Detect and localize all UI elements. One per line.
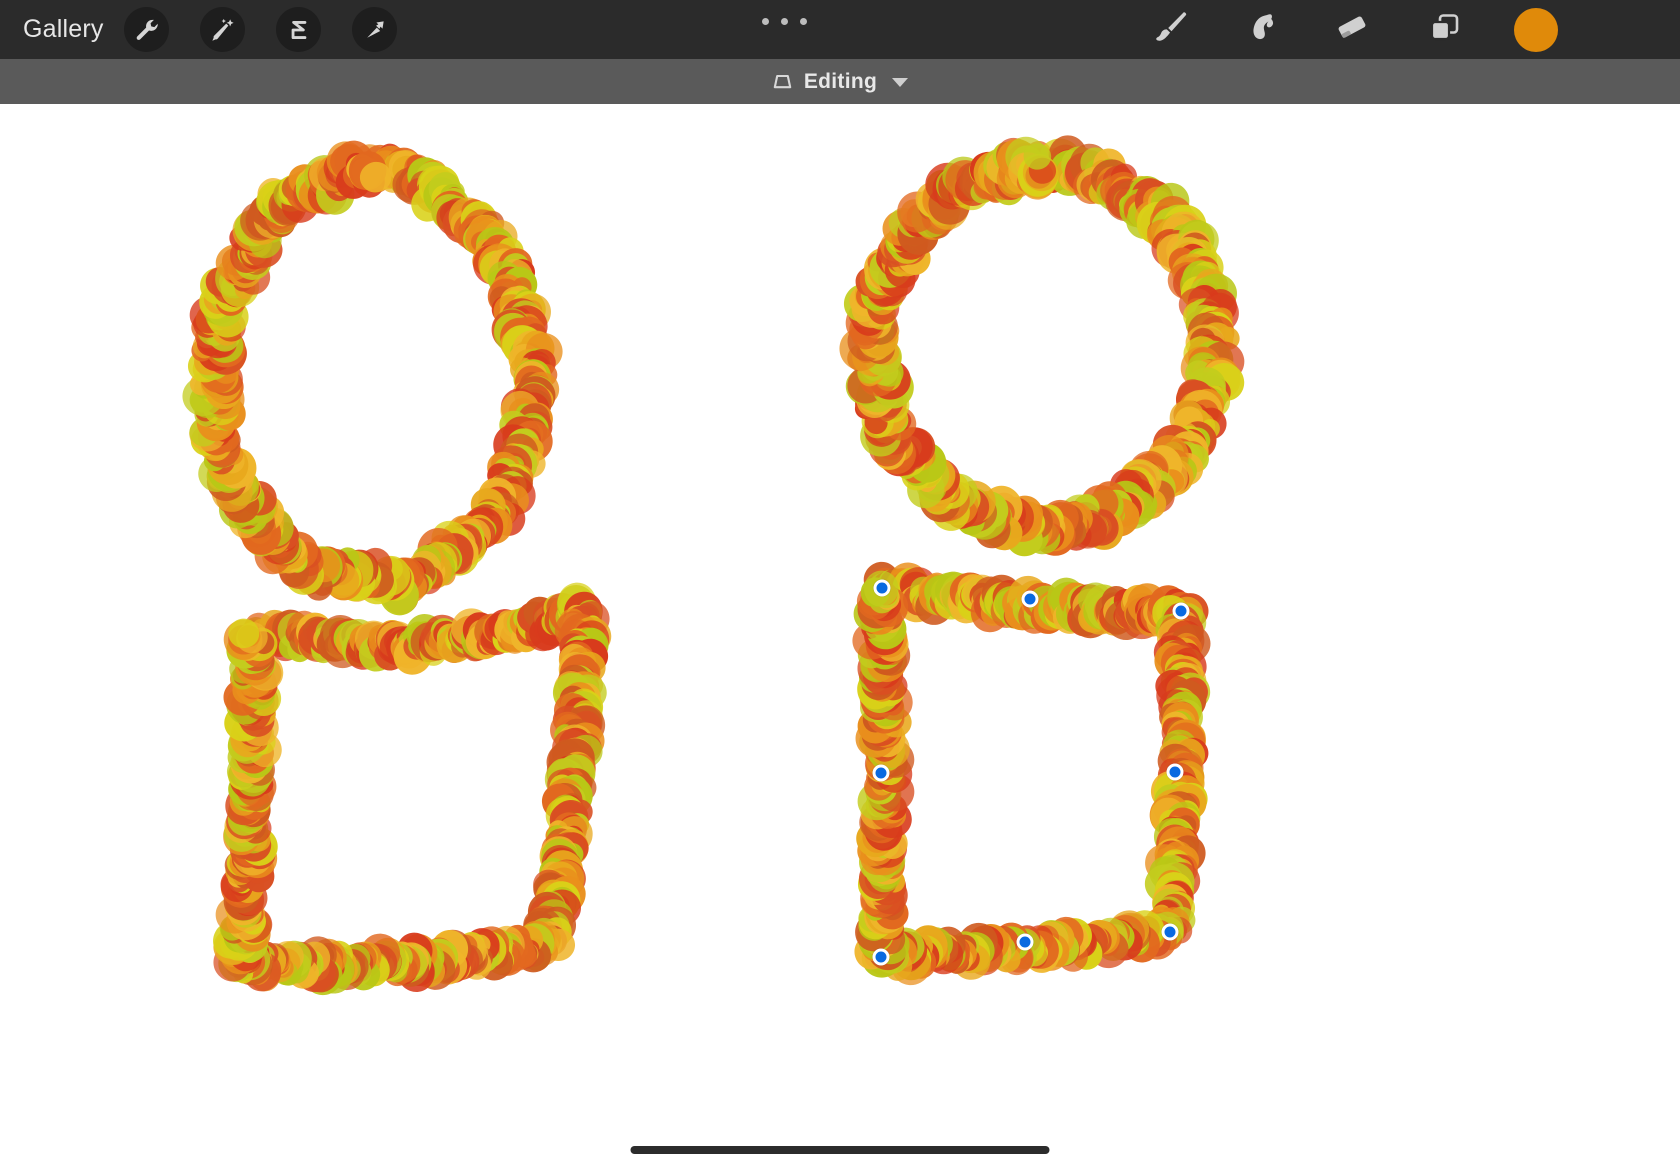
actions-button[interactable] [124, 7, 169, 52]
erase-button[interactable] [1322, 0, 1382, 59]
editing-bar[interactable]: Editing [0, 59, 1680, 104]
chevron-down-icon[interactable] [892, 78, 908, 87]
wrench-icon [134, 17, 160, 43]
eraser-icon [1330, 5, 1374, 54]
ellipsis-icon-dot-1 [762, 18, 769, 25]
top-toolbar: Gallery [0, 0, 1680, 59]
paintbrush-icon [1148, 5, 1192, 54]
handle-bottom-middle[interactable] [1017, 934, 1034, 951]
handle-bottom-left[interactable] [873, 949, 890, 966]
handle-top-left[interactable] [874, 580, 891, 597]
transform-button[interactable] [352, 7, 397, 52]
home-indicator[interactable] [631, 1146, 1050, 1154]
color-swatch[interactable] [1514, 8, 1558, 52]
adjustments-button[interactable] [200, 7, 245, 52]
handle-right-middle[interactable] [1167, 764, 1184, 781]
layers-button[interactable] [1414, 0, 1474, 59]
quadrilateral-icon [772, 73, 793, 91]
gallery-button[interactable]: Gallery [23, 13, 104, 45]
ellipsis-icon-dot-2 [781, 18, 788, 25]
ellipsis-icon-dot-3 [800, 18, 807, 25]
handle-bottom-right[interactable] [1162, 924, 1179, 941]
handle-top-middle[interactable] [1022, 591, 1039, 608]
layers-icon [1422, 5, 1466, 54]
selection-button[interactable] [276, 7, 321, 52]
paint-button[interactable] [1140, 0, 1200, 59]
arrow-up-right-icon [362, 17, 388, 43]
magic-wand-icon [210, 17, 236, 43]
s-curve-icon [286, 17, 312, 43]
drawing-canvas[interactable] [0, 104, 1680, 1173]
editing-title: Editing [804, 70, 877, 94]
handle-top-right[interactable] [1173, 603, 1190, 620]
handle-left-middle[interactable] [873, 765, 890, 782]
shape-strokes [0, 104, 1680, 1173]
more-options-button[interactable] [762, 9, 807, 33]
smudge-icon [1238, 5, 1282, 54]
smudge-button[interactable] [1230, 0, 1290, 59]
procreate-app: Gallery [0, 0, 1680, 1173]
